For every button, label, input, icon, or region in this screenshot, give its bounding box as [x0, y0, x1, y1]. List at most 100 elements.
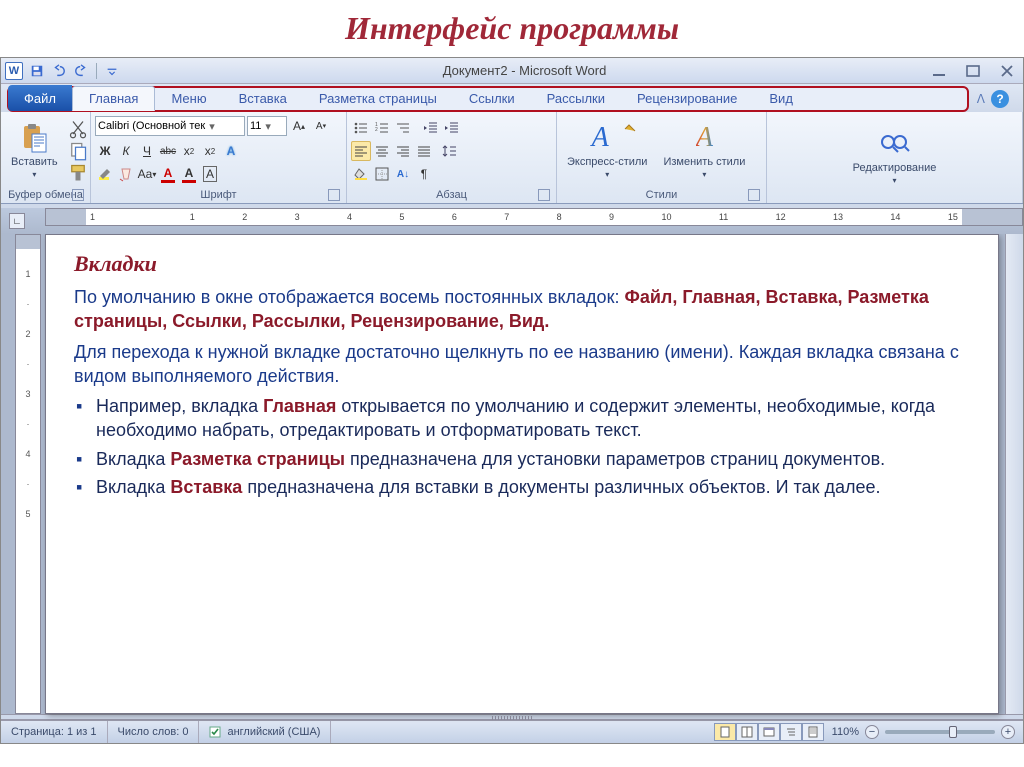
svg-text:2: 2 — [375, 127, 378, 133]
group-editing-label — [771, 199, 1018, 203]
shading-icon[interactable] — [351, 164, 371, 184]
numbering-icon[interactable]: 12 — [372, 118, 392, 138]
zoom-value[interactable]: 110% — [832, 726, 859, 738]
document-area: ·1·2·3·4·5 Вкладки По умолчанию в окне о… — [1, 234, 1023, 714]
multilevel-icon[interactable] — [393, 118, 413, 138]
help-icon[interactable]: ? — [991, 90, 1009, 108]
shrink-font-icon[interactable]: A▾ — [311, 116, 331, 136]
redo-icon[interactable] — [71, 61, 91, 81]
tab-selector[interactable]: ∟ — [9, 213, 25, 229]
change-styles-icon: A — [688, 122, 720, 154]
outline-view-icon[interactable] — [780, 723, 802, 741]
superscript-button[interactable]: x2 — [200, 141, 220, 161]
print-layout-view-icon[interactable] — [714, 723, 736, 741]
copy-icon[interactable] — [68, 141, 88, 161]
launcher-icon[interactable] — [748, 189, 760, 201]
tab-references[interactable]: Ссылки — [453, 87, 531, 110]
zoom-slider[interactable] — [885, 730, 995, 734]
highlight-icon[interactable] — [95, 164, 115, 184]
line-spacing-icon[interactable] — [440, 141, 460, 161]
launcher-icon[interactable] — [538, 189, 550, 201]
subscript-button[interactable]: x2 — [179, 141, 199, 161]
vertical-scrollbar[interactable] — [1005, 234, 1023, 714]
doc-heading: Вкладки — [74, 251, 970, 277]
minimize-icon[interactable] — [927, 63, 951, 79]
editing-button[interactable]: Редактирование ▾ — [847, 126, 943, 187]
web-layout-view-icon[interactable] — [758, 723, 780, 741]
bold-button[interactable]: Ж — [95, 141, 115, 161]
draft-view-icon[interactable] — [802, 723, 824, 741]
statusbar: Страница: 1 из 1 Число слов: 0 английски… — [1, 720, 1023, 743]
font-color-icon[interactable]: A — [158, 164, 178, 184]
change-case-icon[interactable]: Aa▾ — [137, 164, 157, 184]
group-font: Calibri (Основной тек▾ 11▾ A▴ A▾ Ж К Ч a… — [91, 112, 347, 203]
status-language[interactable]: английский (США) — [199, 721, 331, 743]
group-styles: A Экспресс-стили ▾ A Изменить стили ▾ Ст… — [557, 112, 767, 203]
align-left-icon[interactable] — [351, 141, 371, 161]
strike-button[interactable]: abc — [158, 141, 178, 161]
font-fill-color-icon[interactable]: A — [179, 164, 199, 184]
cut-icon[interactable] — [68, 119, 88, 139]
doc-paragraph: Для перехода к нужной вкладке достаточно… — [74, 340, 970, 389]
view-buttons — [714, 723, 824, 741]
align-right-icon[interactable] — [393, 141, 413, 161]
group-paragraph: 12 A↓ ¶ — [347, 112, 557, 203]
chevron-down-icon: ▾ — [32, 170, 36, 179]
tab-menu[interactable]: Меню — [155, 87, 222, 110]
collapse-ribbon-icon[interactable]: ᐱ — [977, 92, 985, 106]
increase-indent-icon[interactable] — [442, 118, 462, 138]
zoom-in-button[interactable]: + — [1001, 725, 1015, 739]
italic-button[interactable]: К — [116, 141, 136, 161]
font-size-combo[interactable]: 11▾ — [247, 116, 287, 136]
tab-mailings[interactable]: Рассылки — [531, 87, 621, 110]
launcher-icon[interactable] — [328, 189, 340, 201]
maximize-icon[interactable] — [961, 63, 985, 79]
tab-page-layout[interactable]: Разметка страницы — [303, 87, 453, 110]
horizontal-ruler-area: ∟ 1123456789101112131415 — [1, 208, 1023, 234]
text-effects-icon[interactable]: A — [221, 141, 241, 161]
char-border-icon[interactable]: A — [200, 164, 220, 184]
bullets-icon[interactable] — [351, 118, 371, 138]
font-name-combo[interactable]: Calibri (Основной тек▾ — [95, 116, 245, 136]
grow-font-icon[interactable]: A▴ — [289, 116, 309, 136]
sort-icon[interactable]: A↓ — [393, 164, 413, 184]
paste-button[interactable]: Вставить ▾ — [5, 120, 64, 181]
show-marks-icon[interactable]: ¶ — [414, 164, 434, 184]
tab-view[interactable]: Вид — [753, 87, 809, 110]
doc-paragraph: По умолчанию в окне отображается восемь … — [74, 285, 970, 334]
word-app-icon[interactable]: W — [5, 62, 23, 80]
underline-button[interactable]: Ч — [137, 141, 157, 161]
quick-access-toolbar — [27, 61, 122, 81]
borders-icon[interactable] — [372, 164, 392, 184]
save-icon[interactable] — [27, 61, 47, 81]
close-icon[interactable] — [995, 63, 1019, 79]
fullscreen-view-icon[interactable] — [736, 723, 758, 741]
group-styles-label: Стили — [561, 187, 762, 203]
justify-icon[interactable] — [414, 141, 434, 161]
decrease-indent-icon[interactable] — [421, 118, 441, 138]
status-word-count[interactable]: Число слов: 0 — [108, 721, 200, 743]
horizontal-ruler[interactable]: 1123456789101112131415 — [45, 208, 1023, 226]
tab-review[interactable]: Рецензирование — [621, 87, 753, 110]
group-editing: Редактирование ▾ — [767, 112, 1023, 203]
align-center-icon[interactable] — [372, 141, 392, 161]
find-icon — [878, 128, 910, 160]
paste-icon — [18, 122, 50, 154]
document-page[interactable]: Вкладки По умолчанию в окне отображается… — [45, 234, 999, 714]
clear-format-icon[interactable] — [116, 164, 136, 184]
status-page[interactable]: Страница: 1 из 1 — [1, 721, 108, 743]
vertical-ruler[interactable]: ·1·2·3·4·5 — [15, 234, 41, 714]
format-painter-icon[interactable] — [68, 163, 88, 183]
tab-home[interactable]: Главная — [72, 86, 155, 111]
quick-styles-button[interactable]: A Экспресс-стили ▾ — [561, 120, 653, 181]
qat-customize-icon[interactable] — [102, 61, 122, 81]
change-styles-button[interactable]: A Изменить стили ▾ — [657, 120, 751, 181]
undo-icon[interactable] — [49, 61, 69, 81]
titlebar: W Документ2 - Microsoft Word — [1, 58, 1023, 84]
zoom-out-button[interactable]: − — [865, 725, 879, 739]
launcher-icon[interactable] — [72, 189, 84, 201]
word-window: W Документ2 - Microsoft Word Файл Главна… — [0, 57, 1024, 744]
group-clipboard: Вставить ▾ Буфер обмена — [1, 112, 91, 203]
tab-insert[interactable]: Вставка — [223, 87, 303, 110]
tab-file[interactable]: Файл — [8, 85, 72, 111]
